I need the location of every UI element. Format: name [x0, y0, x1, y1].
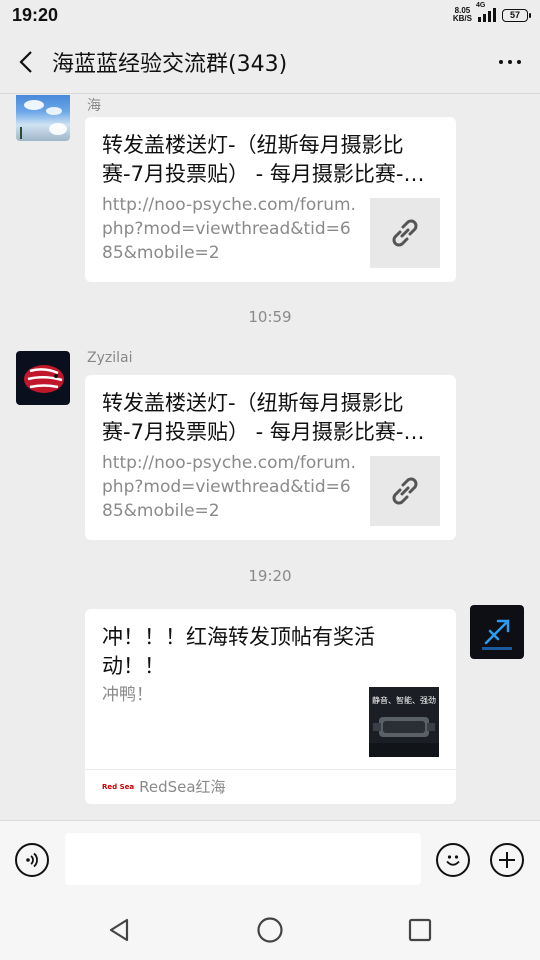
link-card[interactable]: 转发盖楼送灯-（纽斯每月摄影比赛-7月投票贴） - 每月摄影比赛-… http:… [85, 117, 456, 282]
back-button[interactable] [0, 30, 52, 94]
network-speed: 8.05 KB/S [453, 7, 472, 23]
status-time: 19:20 [12, 4, 59, 25]
source-name: RedSea红海 [139, 778, 226, 796]
link-card-url: http://noo-psyche.com/forum.php?mod=view… [102, 453, 356, 521]
status-indicators: 8.05 KB/S 4G 57 [453, 2, 531, 23]
avatar[interactable] [16, 95, 70, 141]
message-input-bar [0, 820, 540, 900]
message-text-input[interactable] [65, 833, 421, 885]
article-card-title: 冲！！！红海转发顶帖有奖活动！！ [102, 625, 375, 678]
article-card-desc: 冲鸭！ [102, 685, 153, 705]
sender-name: Zyzilai [87, 350, 133, 366]
status-bar: 19:20 8.05 KB/S 4G 57 [0, 0, 540, 30]
link-icon [392, 477, 418, 505]
more-dot [508, 59, 512, 64]
voice-button[interactable] [15, 843, 49, 877]
circle-home-icon [257, 917, 283, 943]
network-speed-unit: KB/S [452, 14, 472, 23]
avatar[interactable] [470, 605, 524, 659]
square-recents-icon [408, 918, 432, 942]
fish-photo [24, 365, 64, 393]
signal-bar-4 [493, 8, 496, 22]
link-thumbnail [370, 456, 440, 526]
link-icon [392, 219, 418, 247]
triangle-back-icon [109, 918, 129, 942]
signal-bar-3 [488, 11, 491, 22]
more-options-button[interactable] [480, 30, 540, 94]
pump-product-image [369, 717, 439, 757]
nav-recents-button[interactable] [405, 915, 435, 945]
emoji-button[interactable] [436, 843, 470, 877]
battery-icon: 57 [502, 8, 531, 22]
emoji-icon [446, 855, 460, 866]
article-card[interactable]: 冲！！！红海转发顶帖有奖活动！！ 冲鸭！ 静音、智能、强劲 Red Sea Re… [85, 609, 456, 804]
article-source: Red Sea RedSea红海 [85, 769, 456, 803]
sagittarius-icon [482, 619, 512, 650]
signal-icon: 4G [476, 2, 496, 22]
plus-icon [499, 852, 515, 868]
link-thumbnail [370, 198, 440, 268]
network-type: 4G [476, 2, 486, 9]
message-timestamp: 10:59 [248, 308, 292, 326]
system-nav-bar [0, 900, 540, 960]
link-card-url: http://noo-psyche.com/forum.php?mod=view… [102, 195, 356, 263]
battery-level: 57 [509, 10, 520, 20]
more-dot [499, 59, 503, 64]
chevron-left-icon [19, 50, 32, 73]
sky-photo [20, 100, 67, 139]
signal-bar-2 [483, 14, 486, 22]
signal-bar-1 [478, 17, 481, 22]
avatar[interactable] [16, 351, 70, 405]
voice-icon [26, 852, 38, 868]
nav-back-button[interactable] [105, 915, 135, 945]
sender-name: 海 [87, 98, 101, 114]
link-card[interactable]: 转发盖楼送灯-（纽斯每月摄影比赛-7月投票贴） - 每月摄影比赛-… http:… [85, 375, 456, 540]
nav-home-button[interactable] [255, 915, 285, 945]
link-card-title: 转发盖楼送灯-（纽斯每月摄影比赛-7月投票贴） - 每月摄影比赛-… [102, 133, 425, 186]
source-logo: Red Sea [102, 782, 135, 791]
chat-header: 海蓝蓝经验交流群(343) [0, 30, 540, 94]
more-dot [517, 59, 521, 64]
message-list[interactable]: 海 转发盖楼送灯-（纽斯每月摄影比赛-7月投票贴） - 每月摄影比赛-… htt… [0, 95, 540, 820]
message-timestamp: 19:20 [248, 567, 292, 585]
link-card-title: 转发盖楼送灯-（纽斯每月摄影比赛-7月投票贴） - 每月摄影比赛-… [102, 391, 425, 444]
add-button[interactable] [490, 843, 524, 877]
chat-title: 海蓝蓝经验交流群(343) [52, 51, 288, 77]
article-thumbnail: 静音、智能、强劲 [369, 687, 439, 757]
